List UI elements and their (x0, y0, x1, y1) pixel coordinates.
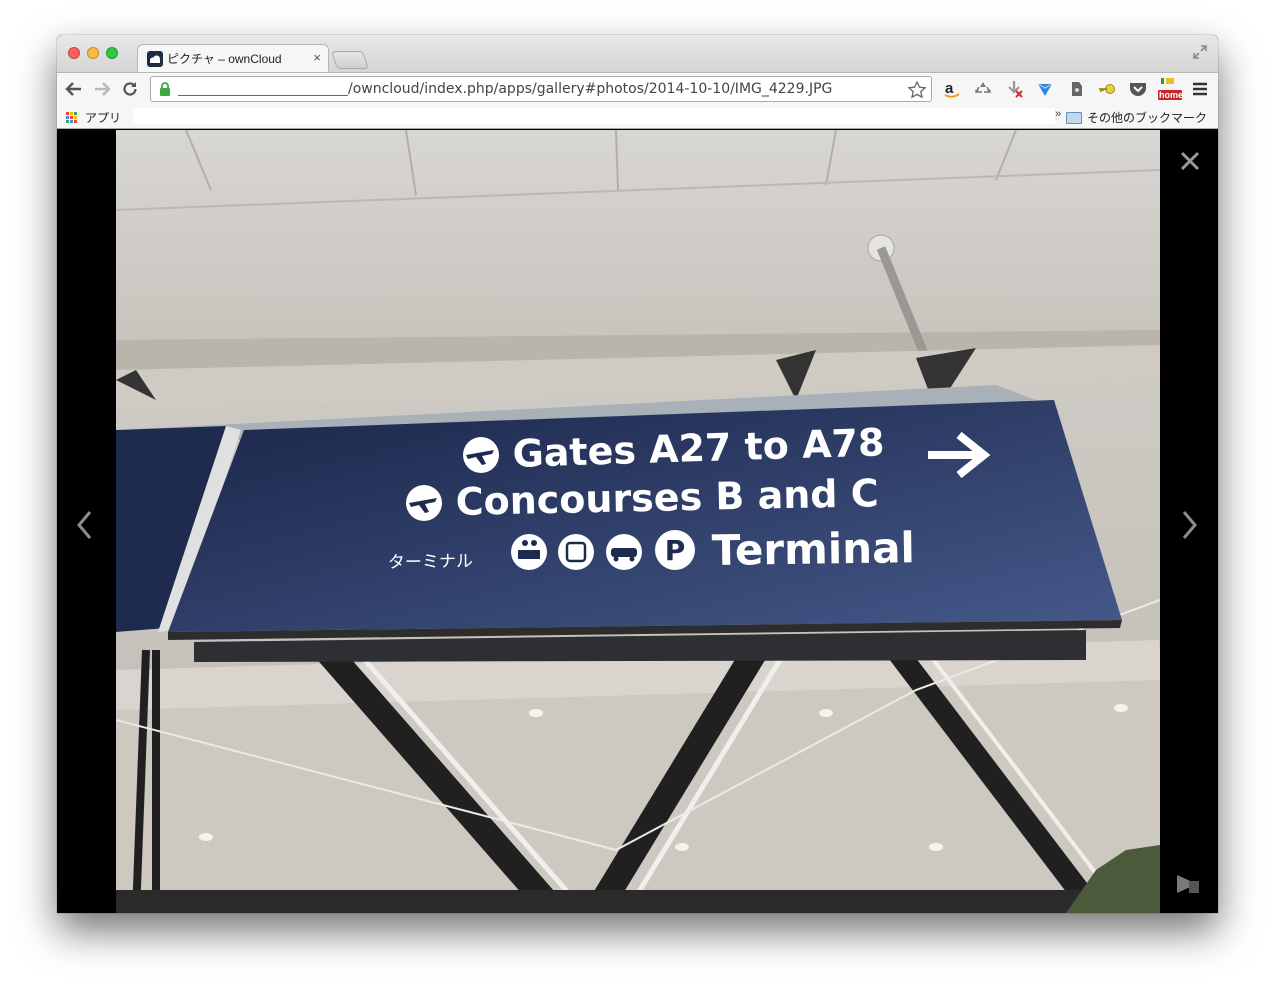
tab-bar: ピクチャ – ownCloud × (57, 35, 1218, 72)
browser-window: ピクチャ – ownCloud × /owncloud/index.php/ap… (57, 35, 1218, 913)
other-bookmarks-button[interactable]: その他のブックマーク (1065, 109, 1207, 126)
tab-title: ピクチャ – ownCloud (167, 52, 282, 66)
url-text: /owncloud/index.php/apps/gallery#photos/… (348, 81, 833, 97)
address-bar[interactable]: /owncloud/index.php/apps/gallery#photos/… (150, 76, 932, 102)
bookmarks-bar: アプリ » その他のブックマーク (57, 105, 1218, 129)
airplane-icon (463, 437, 499, 473)
forward-arrow-icon (95, 82, 111, 96)
photo: P Gates A27 to A78 Concourses B and C ター… (116, 130, 1160, 913)
apps-grid-icon (66, 111, 78, 124)
bookmarks-redacted (133, 108, 1055, 124)
url-host-redacted (178, 82, 348, 96)
svg-text:a: a (945, 80, 954, 97)
check-in-icon (511, 534, 547, 570)
reload-button[interactable] (119, 78, 141, 100)
parking-letter: P (665, 534, 686, 567)
amazon-icon[interactable]: a (942, 79, 962, 99)
evernote-icon[interactable] (1066, 79, 1086, 99)
gallery-viewer: P Gates A27 to A78 Concourses B and C ター… (57, 130, 1218, 913)
baggage-icon (558, 534, 594, 570)
photo-airport-sign: P Gates A27 to A78 Concourses B and C ター… (116, 130, 1160, 913)
heart-gem-icon[interactable] (1035, 79, 1055, 99)
reload-icon (123, 82, 137, 96)
previous-image-button[interactable] (69, 505, 99, 545)
airplane-icon (406, 485, 442, 521)
chevron-right-icon (1182, 511, 1197, 539)
parking-icon: P (655, 530, 695, 570)
tab-close-button[interactable]: × (313, 50, 321, 66)
download-blocked-icon[interactable] (1004, 79, 1024, 99)
back-button[interactable] (63, 78, 85, 100)
zoom-window-button[interactable] (106, 47, 118, 59)
bookmark-star-icon[interactable] (907, 80, 927, 100)
apps-shortcut[interactable]: アプリ (66, 109, 121, 126)
forward-button[interactable] (91, 78, 113, 100)
new-tab-button[interactable] (331, 51, 369, 69)
owncloud-icon (147, 50, 163, 67)
window-controls (68, 47, 118, 59)
menu-icon[interactable] (1190, 79, 1210, 99)
sign-line-concourses: Concourses B and C (455, 471, 879, 524)
apps-label: アプリ (85, 111, 122, 125)
other-bookmarks-label: その他のブックマーク (1086, 111, 1207, 125)
play-slideshow-icon (1177, 875, 1199, 893)
back-arrow-icon (65, 82, 81, 96)
close-window-button[interactable] (68, 47, 80, 59)
pocket-icon[interactable] (1128, 79, 1148, 99)
close-viewer-button[interactable] (1175, 146, 1205, 176)
close-icon (1180, 151, 1200, 171)
slideshow-button[interactable] (1173, 870, 1203, 898)
sign-line-terminal-jp: ターミナル (388, 552, 473, 573)
bookmarks-overflow-button[interactable]: » (1055, 108, 1061, 120)
recycle-icon[interactable] (973, 79, 993, 99)
fullscreen-icon[interactable] (1192, 44, 1208, 60)
browser-toolbar: /owncloud/index.php/apps/gallery#photos/… (57, 72, 1218, 105)
ground-transport-icon (606, 534, 642, 570)
key-icon[interactable] (1097, 79, 1117, 99)
home-badge-label: home (1159, 90, 1184, 100)
home-icon[interactable]: home (1157, 77, 1183, 101)
chevron-left-icon (77, 511, 92, 539)
next-image-button[interactable] (1175, 505, 1205, 545)
folder-icon (1065, 111, 1082, 124)
lock-icon (160, 82, 170, 96)
tab-owncloud[interactable]: ピクチャ – ownCloud × (137, 44, 329, 72)
sign-line-terminal: Terminal (711, 523, 915, 575)
minimize-window-button[interactable] (87, 47, 99, 59)
